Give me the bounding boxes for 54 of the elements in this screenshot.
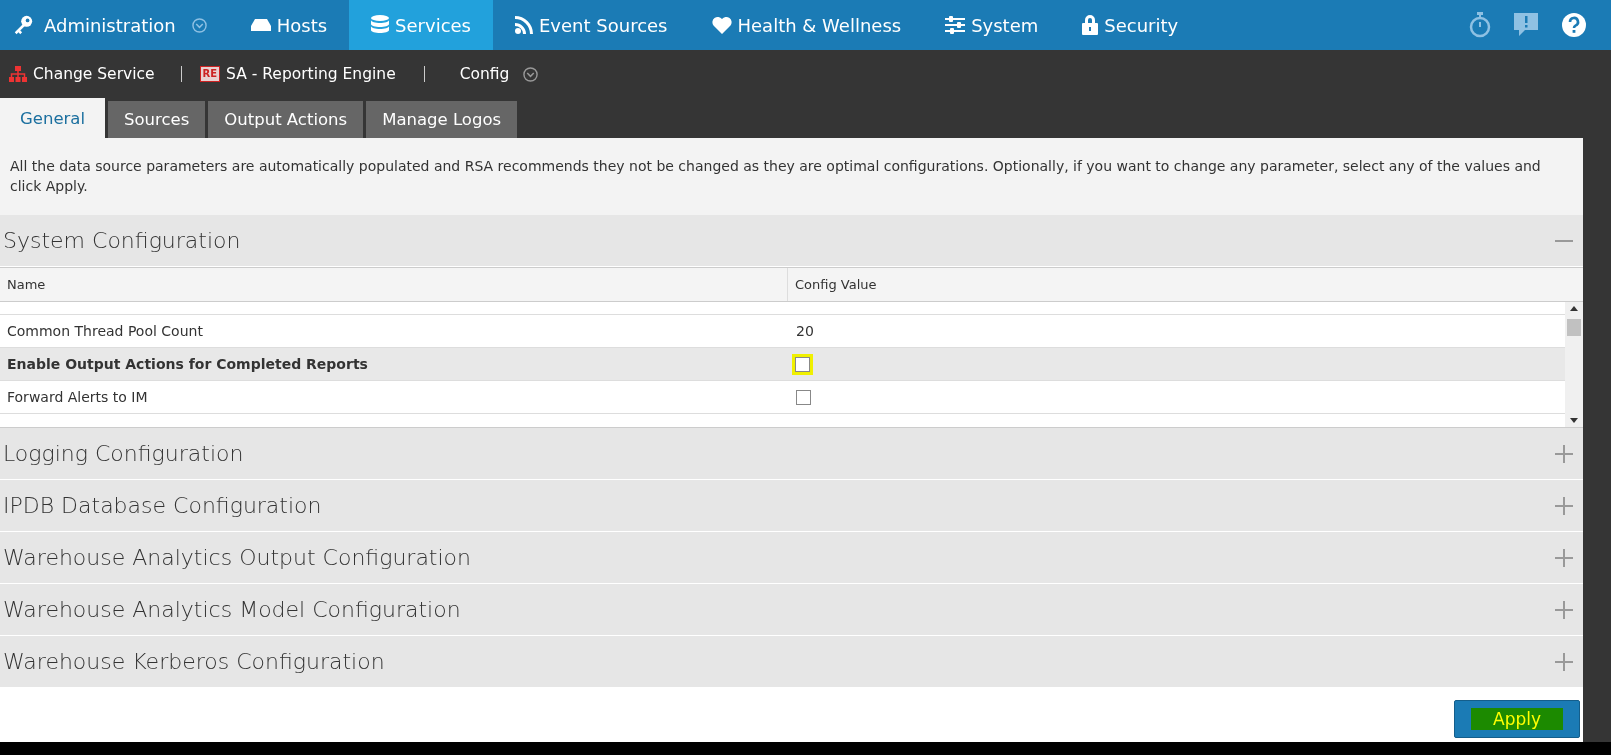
- tab[interactable]: Output Actions: [208, 101, 364, 138]
- scrollbar[interactable]: [1565, 302, 1583, 427]
- stopwatch-icon[interactable]: [1469, 12, 1491, 38]
- parameter-name: Enable Output Actions for Completed Reports: [6, 356, 369, 372]
- lock-icon: [1082, 15, 1099, 35]
- config-value: 20: [795, 323, 814, 339]
- database-icon: [371, 15, 390, 35]
- section-header[interactable]: Warehouse Analytics Output Configuration: [0, 532, 1583, 584]
- nav-tab[interactable]: Event Sources: [493, 0, 690, 50]
- column-header: Config Value: [794, 276, 877, 294]
- service-name: SA - Reporting Engine: [226, 65, 396, 83]
- nav-tab[interactable]: Administration: [0, 0, 229, 50]
- expand-icon[interactable]: [1555, 496, 1573, 515]
- table-row[interactable]: Enable Output Actions for Completed Reports: [0, 348, 1565, 381]
- tab[interactable]: General: [0, 98, 106, 138]
- nav-tab[interactable]: Security: [1060, 0, 1201, 50]
- section-header[interactable]: Warehouse Analytics Model Configuration: [0, 584, 1583, 636]
- nav-tab[interactable]: Health & Wellness: [689, 0, 924, 50]
- expand-icon[interactable]: [1555, 548, 1573, 567]
- column-header: Name: [0, 268, 788, 301]
- service-badge: RE: [199, 66, 221, 82]
- description-text: All the data source parameters are automatically populated and RSA recommends they not be changed as they are optimal configurations. Optionally, if you want to change any parameter, select any of the values and click Apply.: [0, 138, 1583, 215]
- parameter-name: Forward Alerts to IM: [6, 389, 149, 405]
- nav-tab[interactable]: System: [923, 0, 1061, 50]
- key-icon: [12, 14, 34, 36]
- disk-drive-icon: [250, 19, 271, 31]
- heart-icon: [711, 16, 732, 34]
- section-header[interactable]: Warehouse Kerberos Configuration: [0, 636, 1583, 688]
- section-header[interactable]: Logging Configuration: [0, 428, 1583, 480]
- chevron-down-icon[interactable]: [191, 17, 207, 33]
- help-icon[interactable]: [1561, 12, 1587, 38]
- tab[interactable]: Manage Logos: [366, 101, 518, 138]
- expand-icon[interactable]: [1555, 652, 1573, 671]
- view-dropdown[interactable]: Config: [459, 65, 539, 83]
- chevron-down-icon[interactable]: [523, 66, 539, 82]
- collapse-icon[interactable]: [1555, 239, 1573, 242]
- alert-message-icon[interactable]: [1513, 12, 1539, 38]
- change-service-link[interactable]: Change Service: [9, 65, 155, 83]
- parameter-name: Common Thread Pool Count: [6, 323, 204, 339]
- scroll-thumb[interactable]: [1567, 319, 1581, 336]
- rss-icon: [515, 16, 533, 34]
- checkbox[interactable]: [796, 390, 811, 406]
- nav-tab[interactable]: Hosts: [228, 0, 350, 50]
- apply-button[interactable]: Apply: [1454, 700, 1580, 738]
- sliders-icon: [945, 16, 966, 34]
- expand-icon[interactable]: [1555, 444, 1573, 463]
- scroll-up-icon[interactable]: [1570, 306, 1578, 311]
- expand-icon[interactable]: [1555, 600, 1573, 619]
- nav-tab[interactable]: Services: [349, 0, 493, 50]
- tab[interactable]: Sources: [108, 101, 206, 138]
- section-header[interactable]: IPDB Database Configuration: [0, 480, 1583, 532]
- section-header[interactable]: System Configuration: [0, 215, 1583, 267]
- hierarchy-icon: [9, 66, 27, 82]
- scroll-down-icon[interactable]: [1570, 418, 1578, 423]
